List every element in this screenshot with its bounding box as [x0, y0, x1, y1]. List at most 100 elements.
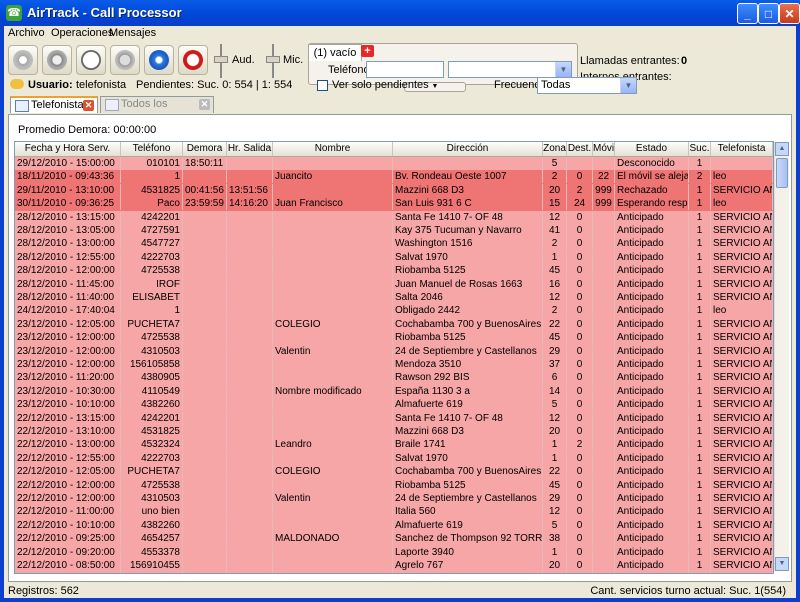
cell-zona: 45 [543, 264, 567, 278]
cell-movil [593, 518, 615, 532]
cell-demora [183, 250, 227, 264]
cell-estado: Anticipado [615, 532, 689, 546]
mic-slider-knob[interactable] [266, 56, 280, 63]
minimize-button[interactable]: _ [737, 3, 758, 24]
column-header-suc[interactable]: Suc. [689, 142, 711, 156]
cell-dest: 0 [567, 304, 593, 318]
table-row[interactable]: 22/12/2010 - 12:55:00 4222703 Salvat 1970 1… [15, 451, 773, 466]
table-row[interactable]: 29/12/2010 - 15:00:00 010101 18:50:11 5 Desc… [15, 157, 773, 171]
column-header-demora[interactable]: Demora [183, 142, 227, 156]
table-row[interactable]: 28/12/2010 - 11:45:00 IROF Juan Manuel de … [15, 277, 773, 291]
mic-slider[interactable] [266, 44, 280, 78]
tab-todos-servicios[interactable]: Todos los Servicios ✕ [100, 96, 214, 125]
column-header-estado[interactable]: Estado [615, 142, 689, 156]
cell-hr-salida [227, 398, 273, 412]
cell-zona: 29 [543, 344, 567, 358]
table-row[interactable]: 18/11/2010 - 09:43:36 1 Juancito Bv. Rondea… [15, 170, 773, 184]
column-header-movil[interactable]: Móvil [593, 142, 615, 156]
menu-mensajes[interactable]: Mensajes [109, 27, 156, 39]
table-row[interactable]: 23/12/2010 - 12:00:00 156105858 Mendoza 35… [15, 358, 773, 372]
scroll-up-icon[interactable]: ▲ [775, 142, 789, 156]
table-row[interactable]: 22/12/2010 - 12:00:00 4310503 Valentin 24 d… [15, 492, 773, 506]
column-header-fecha[interactable]: Fecha y Hora Serv. [15, 142, 121, 156]
aud-slider-knob[interactable] [214, 56, 228, 63]
table-row[interactable]: 23/12/2010 - 10:10:00 4382260 Almafuerte 6… [15, 398, 773, 412]
close-button[interactable]: ✕ [779, 3, 800, 24]
table-row[interactable]: 22/12/2010 - 12:05:00 PUCHETA7 COLEGIO Coch… [15, 465, 773, 479]
cell-dest: 0 [567, 250, 593, 264]
column-header-dest[interactable]: Dest. [567, 142, 593, 156]
cell-direccion: Mazzini 668 D3 [393, 183, 543, 197]
no-entry-icon [183, 50, 203, 70]
back-button[interactable] [110, 45, 140, 75]
table-row[interactable]: 29/11/2010 - 13:10:00 4531825 00:41:56 13:5… [15, 183, 773, 198]
chevron-down-icon: ▼ [620, 78, 636, 93]
table-row[interactable]: 22/12/2010 - 11:00:00 uno bien Italia 560 1… [15, 505, 773, 519]
tab-telefonista[interactable]: Telefonista ✕ [10, 96, 98, 113]
user-icon [10, 79, 24, 89]
table-row[interactable]: 28/12/2010 - 13:00:00 4547727 Washington 1… [15, 237, 773, 251]
table-row[interactable]: 28/12/2010 - 13:05:00 4727591 Kay 375 Tucu… [15, 224, 773, 238]
table-row[interactable]: 22/12/2010 - 08:50:00 156910455 Agrelo 767… [15, 559, 773, 573]
table-row[interactable]: 23/12/2010 - 10:30:00 4110549 Nombre modif… [15, 384, 773, 399]
clock-button[interactable] [76, 45, 106, 75]
block-button[interactable] [178, 45, 208, 75]
table-row[interactable]: 22/12/2010 - 09:25:00 4654257 MALDONADO San… [15, 532, 773, 546]
table-row[interactable]: 30/11/2010 - 09:36:25 Paco 23:59:59 14:16:2… [15, 197, 773, 211]
table-row[interactable]: 28/12/2010 - 11:40:00 ELISABET Salta 2046 1… [15, 291, 773, 305]
table-row[interactable]: 22/12/2010 - 13:10:00 4531825 Mazzini 668 … [15, 425, 773, 439]
table-row[interactable]: 28/12/2010 - 12:00:00 4725538 Riobamba 512… [15, 264, 773, 278]
table-row[interactable]: 24/12/2010 - 17:40:04 1 Obligado 2442 2 0 Ant… [15, 304, 773, 318]
cell-suc: 1 [689, 358, 711, 371]
column-header-zona[interactable]: Zona [543, 142, 567, 156]
cell-telefono: 4553378 [121, 545, 183, 559]
cell-fecha: 22/12/2010 - 10:10:00 [15, 518, 121, 532]
cell-movil [593, 358, 615, 371]
vertical-scrollbar[interactable]: ▲ ▼ [774, 142, 789, 571]
column-header-nombre[interactable]: Nombre [273, 142, 393, 156]
column-header-telefono[interactable]: Teléfono [121, 142, 183, 156]
table-row[interactable]: 23/12/2010 - 11:20:00 4380905 Rawson 292 B… [15, 371, 773, 385]
cell-telefonista: SERVICIO ANTI [711, 492, 773, 505]
settings-button[interactable] [8, 45, 38, 75]
table-row[interactable]: 28/12/2010 - 13:15:00 4242201 Santa Fe 141… [15, 210, 773, 224]
ver-solo-checkbox[interactable] [317, 80, 328, 91]
table-row[interactable]: 23/12/2010 - 12:05:00 PUCHETA7 COLEGIO Coch… [15, 317, 773, 332]
maximize-button[interactable]: □ [758, 3, 779, 24]
message-button[interactable] [144, 45, 174, 75]
cell-telefono: 4382260 [121, 398, 183, 412]
cell-nombre [273, 157, 393, 170]
column-header-direccion[interactable]: Dirección [393, 142, 543, 156]
table-row[interactable]: 23/12/2010 - 12:00:00 4725538 Riobamba 512… [15, 331, 773, 345]
cell-telefonista: SERVICIO ANTI [711, 371, 773, 385]
power-button[interactable] [42, 45, 72, 75]
scroll-thumb[interactable] [776, 158, 788, 188]
aud-slider[interactable] [214, 44, 228, 78]
cell-direccion: 24 de Septiembre y Castellanos [393, 344, 543, 358]
column-header-hr-salida[interactable]: Hr. Salida [227, 142, 273, 156]
cell-estado: Anticipado [615, 277, 689, 291]
services-table[interactable]: Fecha y Hora Serv. Teléfono Demora Hr. Sali… [14, 141, 774, 574]
menu-archivo[interactable]: Archivo [8, 27, 45, 39]
table-row[interactable]: 22/12/2010 - 09:20:00 4553378 Laporte 3940… [15, 545, 773, 559]
cell-hr-salida [227, 210, 273, 224]
table-row[interactable]: 21/12/2010 - 14:45:004324749 GABRIELA 156… [15, 572, 773, 573]
close-tab-icon[interactable]: ✕ [83, 100, 94, 111]
scroll-down-icon[interactable]: ▼ [775, 557, 789, 571]
table-row[interactable]: 22/12/2010 - 12:00:00 4725538 Riobamba 512… [15, 478, 773, 492]
frecuencia-select[interactable]: Todas ▼ [537, 77, 637, 94]
phone-tab[interactable]: (1) vacío [308, 44, 362, 61]
menu-operaciones[interactable]: Operaciones [51, 27, 113, 39]
cell-zona: 1 [543, 438, 567, 452]
cell-suc: 1 [689, 344, 711, 358]
close-tab-icon[interactable]: ✕ [199, 99, 210, 110]
add-tab-button[interactable]: + [361, 45, 374, 57]
table-row[interactable]: 28/12/2010 - 12:55:00 4222703 Salvat 1970 1… [15, 250, 773, 265]
cell-zona: 29 [543, 492, 567, 505]
cell-demora [183, 492, 227, 505]
column-header-telefonista[interactable]: Telefonista [711, 142, 773, 156]
table-row[interactable]: 22/12/2010 - 13:00:00 4532324 Leandro Brail… [15, 438, 773, 452]
table-row[interactable]: 22/12/2010 - 13:15:00 4242201 Santa Fe 141… [15, 411, 773, 425]
table-row[interactable]: 22/12/2010 - 10:10:00 4382260 Almafuerte 6… [15, 518, 773, 533]
table-row[interactable]: 23/12/2010 - 12:00:00 4310503 Valentin 24 d… [15, 344, 773, 358]
